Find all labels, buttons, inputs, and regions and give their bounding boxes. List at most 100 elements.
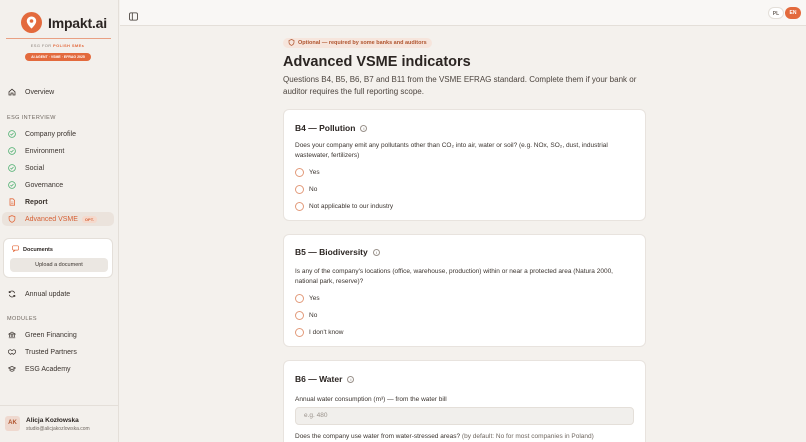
check-circle-icon: [8, 181, 16, 189]
brand-divider: [6, 38, 111, 39]
bank-icon: [8, 331, 16, 339]
b4-pollution-card: B4 — Pollution i Does your company emit …: [283, 109, 646, 221]
documents-card: Documents Upload a document: [3, 238, 113, 278]
radio-icon[interactable]: [295, 311, 304, 320]
radio-option-no[interactable]: No: [295, 311, 317, 320]
card-title-text: B4 — Pollution: [295, 123, 356, 133]
sidebar-item-environment[interactable]: Environment: [2, 144, 114, 158]
sidebar-toggle-icon[interactable]: [129, 8, 138, 21]
water-consumption-label: Annual water consumption (m³) — from the…: [295, 396, 447, 403]
sidebar-item-label: Report: [25, 198, 48, 206]
water-stress-text: Does the company use water from water-st…: [295, 433, 461, 440]
radio-icon[interactable]: [295, 202, 304, 211]
sidebar-item-report[interactable]: Report: [2, 195, 114, 209]
sidebar-item-label: Advanced VSME: [25, 215, 78, 223]
sidebar-item-green-financing[interactable]: Green Financing: [2, 328, 114, 342]
info-icon[interactable]: i: [347, 375, 355, 383]
sidebar-item-label: Annual update: [25, 290, 71, 298]
card-title: B5 — Biodiversity i: [295, 247, 380, 257]
optional-notice-text: Optional — required by some banks and au…: [298, 40, 427, 46]
graduation-cap-icon: [8, 365, 16, 373]
sidebar-item-annual-update[interactable]: Annual update: [2, 287, 114, 301]
location-pin-icon: [21, 12, 42, 33]
user-name: Alicja Kozłowska: [26, 417, 79, 424]
sidebar-item-label: Trusted Partners: [25, 348, 77, 356]
sidebar-item-label: Green Financing: [25, 331, 77, 339]
check-circle-icon: [8, 130, 16, 138]
handshake-icon: [8, 348, 16, 356]
option-label: Not applicable to our industry: [309, 203, 394, 210]
radio-option-dont-know[interactable]: I don't know: [295, 328, 343, 337]
radio-icon[interactable]: [295, 185, 304, 194]
sidebar-item-social[interactable]: Social: [2, 161, 114, 175]
water-consumption-input[interactable]: e.g. 480: [295, 407, 634, 425]
check-circle-icon: [8, 164, 16, 172]
document-icon: [8, 198, 16, 206]
user-email: studio@alicjakozlowska.com: [26, 426, 90, 432]
topbar: PL EN: [120, 0, 806, 26]
b5-biodiversity-card: B5 — Biodiversity i Is any of the compan…: [283, 234, 646, 347]
optional-notice: Optional — required by some banks and au…: [283, 38, 432, 48]
shield-icon: [288, 38, 295, 48]
radio-option-no[interactable]: No: [295, 185, 317, 194]
sidebar-item-label: Environment: [25, 147, 65, 155]
sidebar-item-label: Company profile: [25, 130, 76, 138]
main-content: Optional — required by some banks and au…: [120, 27, 806, 442]
card-title-text: B6 — Water: [295, 374, 343, 384]
option-label: Yes: [309, 169, 320, 176]
chat-upload-icon: [12, 245, 19, 254]
card-title: B4 — Pollution i: [295, 123, 368, 133]
card-title-text: B5 — Biodiversity: [295, 247, 368, 257]
sidebar-item-label: ESG Academy: [25, 365, 71, 373]
sidebar-item-label: Overview: [25, 88, 55, 96]
question-text: Is any of the company's locations (offic…: [295, 268, 613, 285]
water-stress-question: Does the company use water from water-st…: [295, 433, 594, 440]
option-label: I don't know: [309, 329, 344, 336]
sidebar-item-esg-academy[interactable]: ESG Academy: [2, 362, 114, 376]
radio-icon[interactable]: [295, 328, 304, 337]
brand-name: Impakt.ai: [48, 14, 107, 31]
brand-tagline: ESG FOR POLISH SMEs: [0, 43, 115, 48]
brand-badge: AI AGENT · VSME · EFRAG 2025: [25, 53, 91, 61]
page-description: Questions B4, B5, B6, B7 and B11 from th…: [283, 75, 637, 96]
option-label: Yes: [309, 295, 320, 302]
sidebar-item-company-profile[interactable]: Company profile: [2, 127, 114, 141]
documents-label: Documents: [23, 246, 53, 253]
info-icon[interactable]: i: [360, 124, 368, 132]
radio-icon[interactable]: [295, 168, 304, 177]
section-label-modules: MODULES: [7, 316, 37, 322]
tagline-prefix: ESG FOR: [30, 43, 52, 48]
sidebar-item-governance[interactable]: Governance: [2, 178, 114, 192]
documents-title: Documents: [12, 245, 53, 254]
water-stress-hint: (by default: No for most companies in Po…: [461, 433, 594, 440]
question-text: Does your company emit any pollutants ot…: [295, 142, 608, 159]
sidebar-item-overview[interactable]: Overview: [2, 85, 114, 99]
sidebar-item-label: Social: [25, 164, 45, 172]
language-pl-button[interactable]: PL: [768, 7, 784, 19]
radio-option-yes[interactable]: Yes: [295, 294, 320, 303]
option-label: No: [309, 186, 318, 193]
upload-document-button[interactable]: Upload a document: [10, 258, 108, 272]
page-title: Advanced VSME indicators: [283, 54, 471, 70]
user-profile[interactable]: AK Alicja Kozłowska studio@alicjakozlows…: [0, 405, 119, 442]
option-label: No: [309, 312, 318, 319]
sidebar-item-trusted-partners[interactable]: Trusted Partners: [2, 345, 114, 359]
optional-tag: OPT.: [81, 215, 97, 223]
sidebar-item-advanced-vsme[interactable]: Advanced VSME OPT.: [2, 212, 114, 226]
check-circle-icon: [8, 147, 16, 155]
card-title: B6 — Water i: [295, 374, 355, 384]
refresh-icon: [8, 290, 16, 298]
tagline-highlight: POLISH SMEs: [53, 43, 85, 48]
b6-water-card: B6 — Water i Annual water consumption (m…: [283, 360, 646, 442]
sidebar-item-label: Governance: [25, 181, 64, 189]
brand-logo[interactable]: Impakt.ai: [21, 12, 107, 33]
radio-icon[interactable]: [295, 294, 304, 303]
radio-option-not-applicable[interactable]: Not applicable to our industry: [295, 202, 393, 211]
info-icon[interactable]: i: [372, 248, 380, 256]
sidebar: Impakt.ai ESG FOR POLISH SMEs AI AGENT ·…: [0, 0, 119, 442]
radio-option-yes[interactable]: Yes: [295, 168, 320, 177]
home-icon: [8, 88, 16, 96]
shield-icon: [8, 215, 16, 223]
avatar: AK: [5, 416, 20, 431]
language-en-button[interactable]: EN: [785, 7, 801, 19]
